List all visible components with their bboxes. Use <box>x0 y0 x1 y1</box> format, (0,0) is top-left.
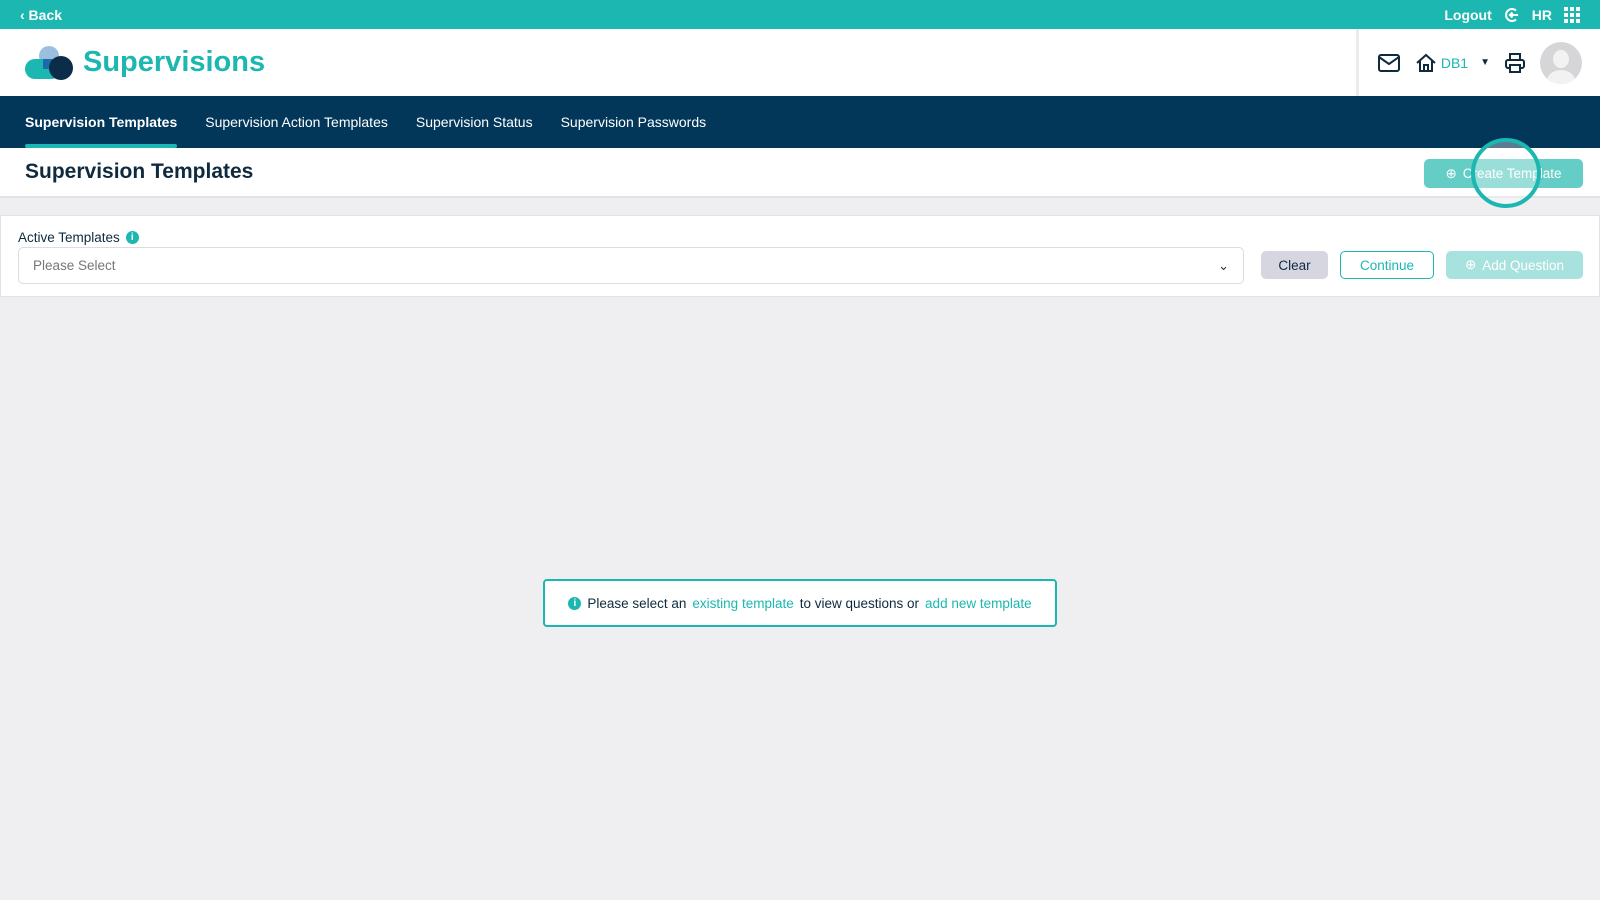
mail-icon[interactable] <box>1377 53 1401 73</box>
logout-link[interactable]: Logout <box>1444 7 1491 23</box>
page-title-bar: Supervision Templates <box>0 148 1600 198</box>
info-icon[interactable]: i <box>125 231 139 244</box>
page-title: Supervision Templates <box>25 160 254 183</box>
click-indicator <box>1471 138 1541 208</box>
active-templates-label: Active Templates i <box>18 230 139 245</box>
existing-template-link[interactable]: existing template <box>692 596 793 611</box>
message-text: to view questions or <box>799 595 920 611</box>
add-question-label: Add Question <box>1482 257 1565 273</box>
message-text: Please select an <box>587 595 687 611</box>
location-label: DB1 <box>1440 54 1469 71</box>
avatar[interactable] <box>1540 41 1582 84</box>
print-icon[interactable] <box>1504 52 1526 74</box>
app-title: Supervisions <box>83 46 266 78</box>
plus-circle-icon: ⊕ <box>1445 165 1457 181</box>
add-new-template-link[interactable]: add new template <box>925 596 1032 611</box>
apps-grid-icon[interactable] <box>1564 6 1580 23</box>
back-link[interactable]: ‹ Back <box>20 7 62 23</box>
info-icon: i <box>568 596 582 610</box>
tab-supervision-status[interactable]: Supervision Status <box>416 96 533 148</box>
tab-supervision-templates[interactable]: Supervision Templates <box>25 96 178 148</box>
tab-supervision-passwords[interactable]: Supervision Passwords <box>561 96 707 148</box>
main-nav: Supervision Templates Supervision Action… <box>0 96 1600 148</box>
app-logo-icon <box>25 45 73 80</box>
template-selector-card: Active Templates i Please Select ⌄ Clear… <box>0 215 1600 297</box>
continue-button[interactable]: Continue <box>1340 251 1434 279</box>
add-question-button[interactable]: ⊕ Add Question <box>1446 251 1583 279</box>
empty-state-message: i Please select an existing template to … <box>543 579 1057 627</box>
active-templates-text: Active Templates <box>18 230 120 245</box>
top-bar: ‹ Back Logout HR <box>0 0 1600 29</box>
user-initials[interactable]: HR <box>1532 7 1552 23</box>
plus-circle-icon: ⊕ <box>1464 257 1477 272</box>
chevron-down-icon: ⌄ <box>1218 257 1229 273</box>
location-selector[interactable]: DB1 ▼ <box>1415 53 1490 73</box>
active-templates-select[interactable]: Please Select ⌄ <box>18 247 1244 284</box>
app-header: Supervisions DB1 ▼ <box>0 29 1600 96</box>
logout-icon[interactable] <box>1504 7 1520 23</box>
tab-supervision-action-templates[interactable]: Supervision Action Templates <box>205 96 388 148</box>
select-placeholder: Please Select <box>33 258 116 273</box>
clear-button[interactable]: Clear <box>1261 251 1328 279</box>
home-icon <box>1416 53 1436 72</box>
caret-down-icon: ▼ <box>1480 57 1490 68</box>
